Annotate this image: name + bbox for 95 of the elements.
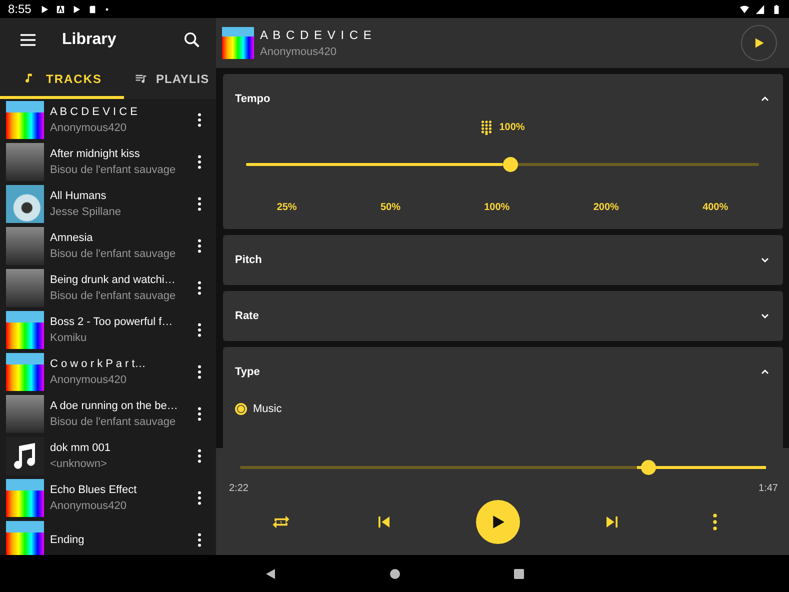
track-artist: Jesse Spillane <box>50 206 122 218</box>
tempo-mark: 25% <box>276 202 297 213</box>
more-options-icon[interactable] <box>197 113 202 127</box>
tempo-mark: 50% <box>380 202 400 213</box>
more-options-icon[interactable] <box>197 533 202 547</box>
album-art <box>6 311 44 349</box>
track-artist: Bisou de l'enfant sauvage <box>50 290 177 302</box>
track-item[interactable]: Boss 2 - Too powerful f… Komiku <box>0 309 216 351</box>
tempo-mark: 100% <box>484 202 510 213</box>
track-title: A B C D E V I C E <box>260 28 374 42</box>
album-art <box>6 521 44 555</box>
album-art <box>6 353 44 391</box>
track-item[interactable]: After midnight kiss Bisou de l'enfant sauvage <box>0 141 216 183</box>
more-options-icon[interactable] <box>197 197 202 211</box>
track-item[interactable]: Amnesia Bisou de l'enfant sauvage <box>0 225 216 267</box>
app-notification-icon <box>56 4 66 14</box>
sd-card-icon <box>88 4 98 14</box>
remaining-time: 1:47 <box>758 483 778 494</box>
track-item[interactable]: A doe running on the be… Bisou de l'enfant sauvage <box>0 393 216 435</box>
more-options-icon[interactable] <box>197 281 202 295</box>
photo-placeholder <box>6 227 44 265</box>
recents-icon[interactable] <box>512 568 524 580</box>
track-artist: Bisou de l'enfant sauvage <box>50 416 177 428</box>
track-title: Ending <box>50 534 86 546</box>
track-title: Boss 2 - Too powerful f… <box>50 316 174 328</box>
play-notification-icon <box>72 4 82 14</box>
album-art <box>6 101 44 139</box>
progress-thumb[interactable] <box>640 460 656 475</box>
more-options-icon[interactable] <box>197 239 202 253</box>
tab[interactable]: PLAYLIS <box>124 62 216 99</box>
more-options-icon[interactable] <box>197 449 202 463</box>
album-art <box>222 27 254 59</box>
track-item[interactable]: Being drunk and watchi… Bisou de l'enfant sauvage <box>0 267 216 309</box>
photo-placeholder <box>6 143 44 181</box>
track-item[interactable]: A B C D E V I C E Anonymous420 <box>0 99 216 141</box>
track-item[interactable]: C o w o r k P a r t… Anonymous420 <box>0 351 216 393</box>
track-title: Echo Blues Effect <box>50 484 138 496</box>
track-title: Amnesia <box>50 232 94 244</box>
track-title: C o w o r k P a r t… <box>50 358 147 370</box>
more-options-icon[interactable] <box>197 491 202 505</box>
home-icon[interactable] <box>388 568 400 580</box>
play-button[interactable] <box>741 25 777 61</box>
play-notification-icon <box>40 4 50 14</box>
more-options-icon[interactable] <box>197 407 202 421</box>
track-artist: Anonymous420 <box>50 500 128 512</box>
dialpad-icon <box>480 120 494 135</box>
more-options-icon[interactable] <box>197 155 202 169</box>
clock-text: 8:55 <box>8 2 32 16</box>
elapsed-time: 2:22 <box>229 483 248 494</box>
card-title: Type <box>235 366 260 378</box>
expand-icon[interactable] <box>760 311 770 321</box>
search-icon[interactable] <box>182 30 202 50</box>
track-artist: Anonymous420 <box>260 46 338 58</box>
track-item[interactable]: Ending <box>0 519 216 555</box>
track-title: A B C D E V I C E <box>50 106 138 118</box>
card-title: Tempo <box>235 93 270 105</box>
app-title: Library <box>62 31 116 49</box>
more-options-icon[interactable] <box>197 323 202 337</box>
tempo-mark: 400% <box>702 202 728 213</box>
track-title: After midnight kiss <box>50 148 141 160</box>
track-title: Being drunk and watchi… <box>50 274 176 286</box>
signal-icon <box>756 4 765 14</box>
battery-icon <box>772 4 781 14</box>
play-button[interactable] <box>476 500 520 544</box>
card-title: Pitch <box>235 254 262 266</box>
album-art <box>6 185 44 223</box>
more-options-icon[interactable] <box>197 365 202 379</box>
back-icon[interactable] <box>264 568 276 580</box>
tempo-mark: 200% <box>593 202 619 213</box>
photo-placeholder <box>6 269 44 307</box>
photo-placeholder <box>6 395 44 433</box>
radio-button[interactable] <box>235 403 247 415</box>
track-artist: Anonymous420 <box>50 122 128 134</box>
track-artist: Anonymous420 <box>50 374 128 386</box>
track-artist: Bisou de l'enfant sauvage <box>50 248 177 260</box>
track-title: dok mm 001 <box>50 442 112 454</box>
track-artist: Bisou de l'enfant sauvage <box>50 164 177 176</box>
track-artist: Komiku <box>50 332 88 344</box>
tab[interactable]: TRACKS <box>0 62 124 99</box>
slider-thumb[interactable] <box>502 157 518 172</box>
track-item[interactable]: Echo Blues Effect Anonymous420 <box>0 477 216 519</box>
track-title: All Humans <box>50 190 108 202</box>
radio-label: Music <box>253 403 282 415</box>
track-item[interactable]: dok mm 001 <unknown> <box>0 435 216 477</box>
track-item[interactable]: All Humans Jesse Spillane <box>0 183 216 225</box>
expand-icon[interactable] <box>760 255 770 265</box>
track-title: A doe running on the be… <box>50 400 179 412</box>
play-icon <box>753 37 765 49</box>
card-title: Rate <box>235 310 259 322</box>
track-artist: <unknown> <box>50 458 108 470</box>
tempo-value: 100% <box>499 122 525 133</box>
music-note-icon <box>6 437 44 475</box>
wifi-icon <box>740 4 749 14</box>
album-art <box>6 479 44 517</box>
playlist-icon <box>134 72 148 86</box>
